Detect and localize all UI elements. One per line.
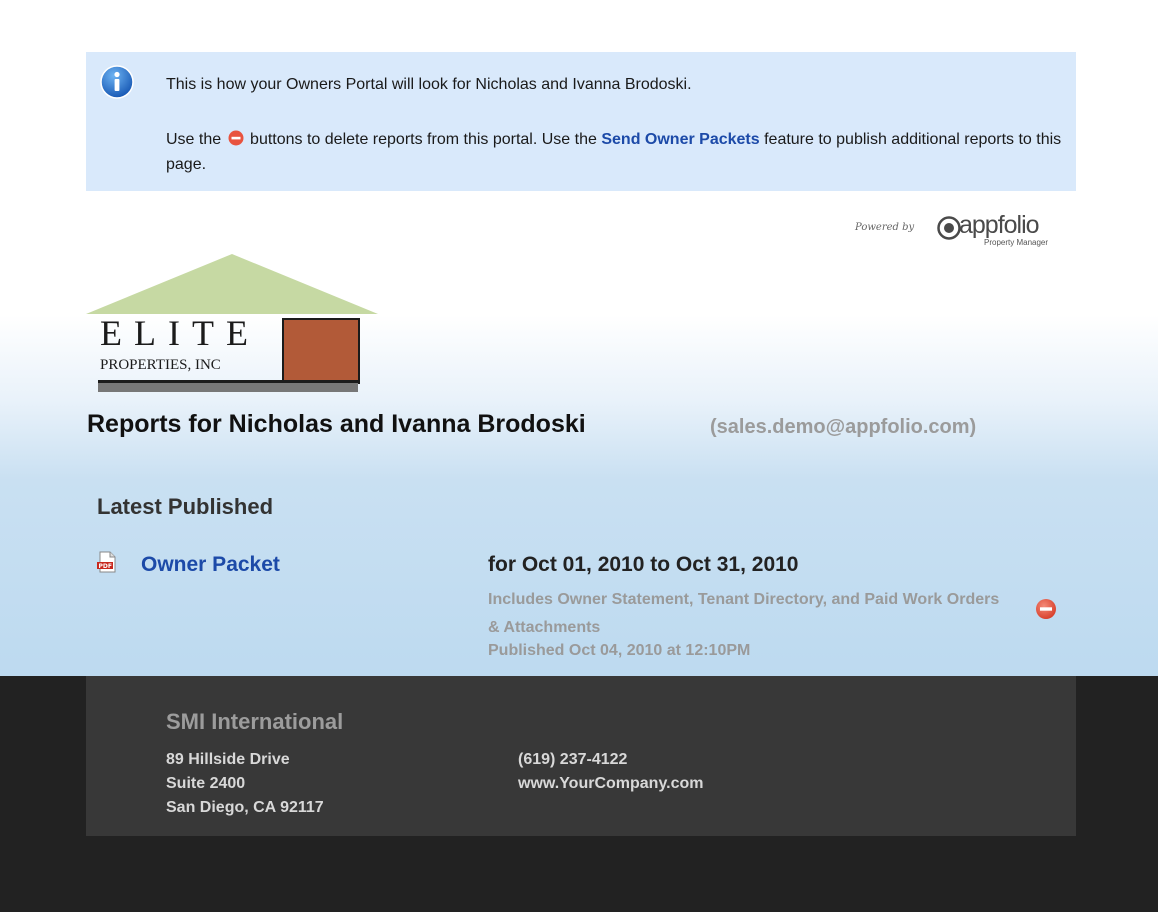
send-owner-packets-link[interactable]: Send Owner Packets <box>601 131 759 148</box>
footer-contact: (619) 237-4122 www.YourCompany.com <box>518 748 704 796</box>
delete-icon <box>228 130 244 146</box>
powered-by-label: Powered by <box>855 222 915 233</box>
notice-middle: buttons to delete reports from this port… <box>250 131 597 148</box>
report-description: Includes Owner Statement, Tenant Directo… <box>488 591 1000 636</box>
logo-wordmark: ELITE <box>100 313 260 353</box>
footer-phone: (619) 237-4122 <box>518 751 628 768</box>
logo-base-bar <box>98 383 358 392</box>
logo-subtitle: PROPERTIES, INC <box>100 357 221 373</box>
appfolio-logo-icon <box>937 216 961 240</box>
appfolio-subtitle: Property Manager <box>984 238 1049 247</box>
footer: SMI International 89 Hillside Drive Suit… <box>0 676 1158 912</box>
logo-square <box>282 318 360 384</box>
address-line: 89 Hillside Drive <box>166 751 290 768</box>
notice-text: This is how your Owners Portal will look… <box>166 76 692 93</box>
footer-contact-panel: SMI International 89 Hillside Drive Suit… <box>86 676 1076 836</box>
report-published-date: Published Oct 04, 2010 at 12:10PM <box>488 642 751 659</box>
owner-packet-link[interactable]: Owner Packet <box>141 553 280 577</box>
footer-company-name: SMI International <box>166 709 344 734</box>
info-icon <box>100 65 134 99</box>
pdf-icon: PDF <box>97 551 116 573</box>
page-title: Reports for Nicholas and Ivanna Brodoski <box>87 410 586 438</box>
notice-instructions: Use the buttons to delete reports from t… <box>166 127 1066 177</box>
delete-report-button[interactable] <box>1035 598 1057 620</box>
address-line: San Diego, CA 92117 <box>166 799 324 816</box>
section-heading: Latest Published <box>97 494 274 519</box>
owner-email: (sales.demo@appfolio.com) <box>710 416 977 438</box>
footer-address: 89 Hillside Drive Suite 2400 San Diego, … <box>166 748 324 820</box>
company-logo: ELITE PROPERTIES, INC <box>86 252 378 400</box>
address-line: Suite 2400 <box>166 775 246 792</box>
notice-prefix: Use the <box>166 131 222 148</box>
appfolio-wordmark: appfolio <box>959 211 1040 239</box>
svg-text:PDF: PDF <box>99 563 112 570</box>
report-period: for Oct 01, 2010 to Oct 31, 2010 <box>488 553 799 576</box>
footer-website-link[interactable]: www.YourCompany.com <box>518 772 704 796</box>
logo-roof-icon <box>86 254 378 314</box>
powered-by-appfolio[interactable]: Powered by appfolio Property Manager <box>855 211 1080 252</box>
